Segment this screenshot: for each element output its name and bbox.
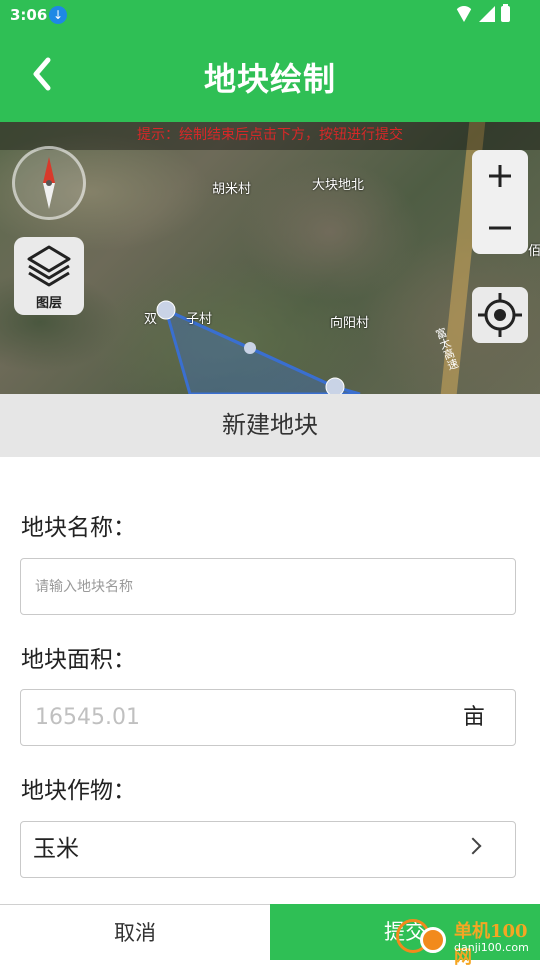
zoom-controls [472, 150, 528, 254]
battery-icon [501, 4, 510, 22]
plot-name-label: 地块名称： [21, 515, 136, 541]
polygon-vertex[interactable] [156, 300, 176, 320]
cancel-button[interactable]: 取消 [0, 904, 270, 960]
watermark: 单机100网 danji100.com [396, 917, 536, 968]
status-icons [455, 4, 510, 22]
zoom-out-button[interactable] [472, 202, 528, 254]
watermark-logo-icon [420, 927, 446, 953]
page-title: 地块绘制 [203, 60, 336, 98]
layers-label: 图层 [35, 296, 62, 311]
place-label: 子村 [186, 312, 213, 327]
area-unit: 亩 [462, 705, 485, 730]
compass-button[interactable] [12, 146, 86, 220]
map-view[interactable]: 富太高速 胡米村 大块地北 双 子村 向阳村 佰 提示：绘制结束后点击下方，按钮… [0, 122, 540, 394]
polygon-midpoint[interactable] [244, 342, 256, 354]
plot-name-input[interactable] [35, 559, 435, 614]
status-time: 3:06 [10, 6, 48, 24]
crop-select[interactable]: 玉米 [20, 821, 516, 878]
place-label: 双 [144, 312, 158, 327]
sheet-title: 新建地块 [0, 394, 540, 457]
compass-icon [43, 157, 55, 209]
crop-value: 玉米 [33, 836, 79, 862]
signal-icon [479, 6, 495, 22]
layers-button[interactable]: 图层 [14, 237, 84, 315]
layers-icon [27, 245, 71, 287]
plot-area-input[interactable] [35, 690, 435, 745]
locate-button[interactable] [472, 287, 528, 343]
place-label: 胡米村 [212, 182, 252, 197]
crosshair-icon [478, 293, 522, 337]
drawing-hint: 提示：绘制结束后点击下方，按钮进行提交 [0, 122, 540, 150]
place-label: 佰 [528, 244, 540, 259]
status-bar: 3:06 ↓ [0, 0, 540, 30]
zoom-in-button[interactable] [472, 150, 528, 202]
plot-crop-label: 地块作物： [21, 778, 136, 804]
plus-icon [489, 165, 511, 187]
place-label: 大块地北 [312, 178, 365, 193]
place-label: 向阳村 [330, 316, 370, 331]
minus-icon [489, 226, 511, 230]
download-icon: ↓ [49, 6, 67, 24]
plot-area-label: 地块面积： [21, 647, 136, 673]
watermark-url: danji100.com [454, 941, 529, 954]
polygon-vertex[interactable] [325, 377, 345, 394]
title-bar: 地块绘制 [0, 30, 540, 122]
plot-area-field[interactable]: 亩 [20, 689, 516, 746]
wifi-icon [455, 6, 473, 22]
chevron-right-icon [464, 837, 482, 855]
plot-name-field[interactable] [20, 558, 516, 615]
